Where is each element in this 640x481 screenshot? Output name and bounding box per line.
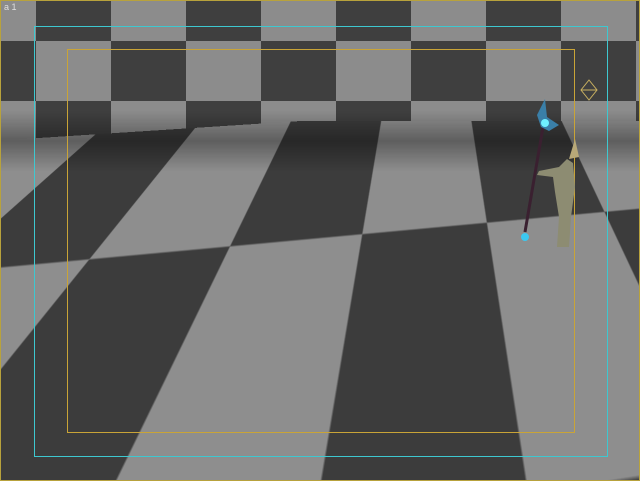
3d-viewport[interactable]: a 1 [0,0,640,481]
character-model-with-staff[interactable] [519,97,589,257]
title-safe-frame [67,49,575,433]
viewport-label[interactable]: a 1 [4,2,17,12]
